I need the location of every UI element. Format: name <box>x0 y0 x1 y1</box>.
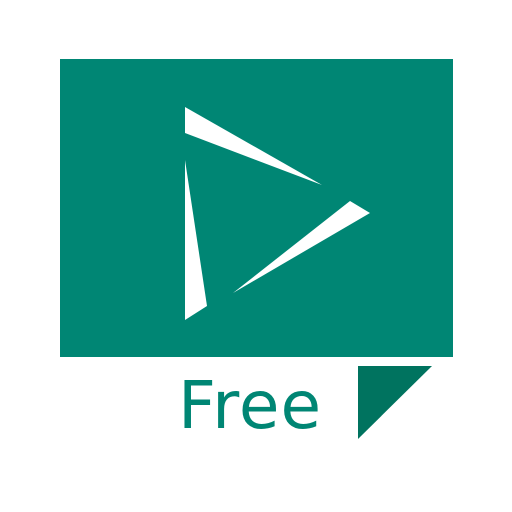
corner-fold-shape <box>358 366 432 439</box>
free-badge-label: Free <box>178 367 323 444</box>
page-corner-icon <box>358 366 432 439</box>
screen-panel <box>60 59 453 357</box>
app-icon: Free <box>0 0 512 512</box>
